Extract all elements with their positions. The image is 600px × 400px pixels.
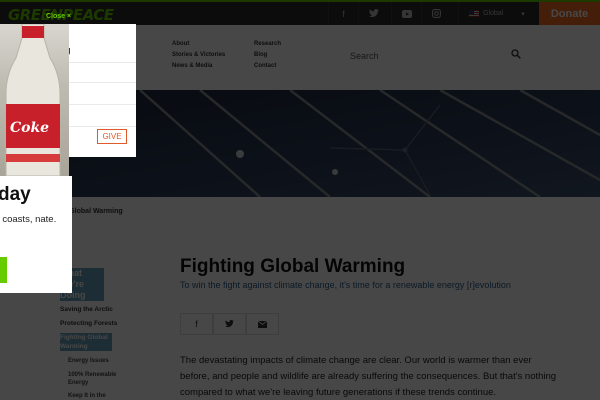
give-button[interactable]: GIVE [97,129,127,144]
youtube-icon[interactable] [391,2,421,25]
chevron-down-icon: ▾ [521,10,525,18]
article-body: The devastating impacts of climate chang… [180,355,557,398]
share-email-button[interactable] [246,313,279,335]
search-input[interactable] [350,47,530,65]
twitter-icon[interactable] [358,2,388,25]
instagram-icon[interactable] [421,2,451,25]
popup-text: our coasts, nate. [0,214,57,225]
sidebar-subitem-energy[interactable]: Energy Issues [68,357,123,365]
language-label: Global [483,10,504,17]
nav-link-blog[interactable]: Blog [254,52,267,58]
search-icon[interactable] [511,49,521,59]
popup-bottle-image: Coke [0,24,69,176]
page-subtitle: To win the fight against climate change,… [180,280,511,290]
breadcrumb-item[interactable]: Global Warming [69,208,122,215]
facebook-icon: f [195,319,198,329]
email-icon [258,320,267,328]
nav-link-research[interactable]: Research [254,41,281,47]
close-popup-button[interactable]: Close × [46,13,71,20]
bottle-label: Coke [10,120,49,136]
nav-link-contact[interactable]: Contact [254,63,276,69]
nav-link-about[interactable]: About [172,41,189,47]
share-twitter-button[interactable] [213,313,246,335]
popup-cta-button[interactable] [0,257,7,283]
sidebar-subitem-renewable[interactable]: 100% Renewable Energy [68,371,123,387]
nav-link-news[interactable]: News & Media [172,63,212,69]
language-selector[interactable]: Global ▾ [458,2,538,25]
popup-heading: day [0,184,31,205]
sidebar-item-global-warming[interactable]: Fighting Global Warming [60,333,112,351]
share-facebook-button[interactable]: f [180,313,213,335]
sidebar-subitem-ground[interactable]: Keep It in the Ground [68,392,123,400]
us-flag-icon [469,10,479,17]
donate-button[interactable]: Donate [539,2,600,25]
top-bar: GREENPEACE f Global ▾ Donate [0,0,600,25]
facebook-icon[interactable]: f [328,2,358,25]
nav-link-stories[interactable]: Stories & Victories [172,52,225,58]
twitter-icon [225,320,234,328]
page-title: Fighting Global Warming [180,256,406,277]
sidebar-item-arctic[interactable]: Saving the Arctic [60,306,113,313]
sidebar-item-forests[interactable]: Protecting Forests [60,320,117,327]
